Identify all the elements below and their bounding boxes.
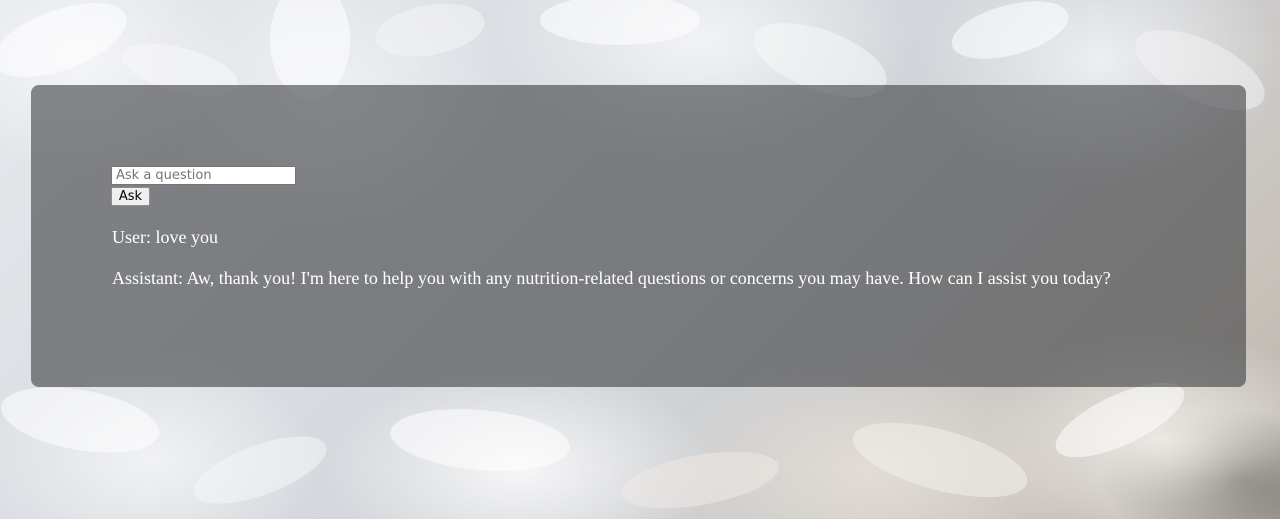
assistant-message: Assistant: Aw, thank you! I'm here to he… bbox=[112, 268, 1111, 288]
ask-button[interactable]: Ask bbox=[111, 187, 150, 206]
question-input[interactable] bbox=[111, 166, 296, 185]
user-message: User: love you bbox=[112, 227, 218, 247]
